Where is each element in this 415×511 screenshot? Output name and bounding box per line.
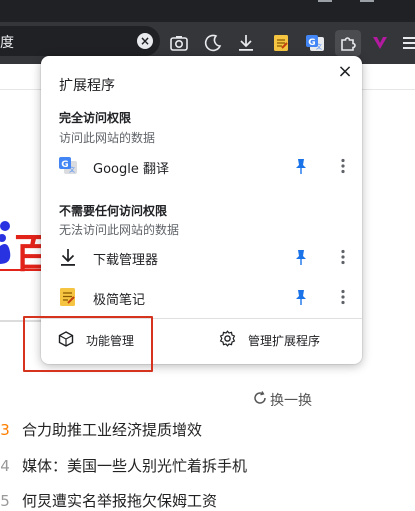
google-translate-icon: G文 <box>58 156 78 176</box>
no-access-heading: 不需要任何访问权限 <box>59 204 168 218</box>
svg-text:文: 文 <box>316 43 322 51</box>
notes-icon <box>58 287 78 307</box>
notes-extension-icon[interactable] <box>268 30 294 56</box>
dark-mode-icon[interactable] <box>200 30 226 56</box>
svg-text:G: G <box>308 38 315 48</box>
gear-icon <box>219 330 236 350</box>
full-access-heading: 完全访问权限 <box>59 111 132 125</box>
hot-title: 媒体：美国一些人别光忙着拆手机 <box>22 457 248 475</box>
close-icon[interactable]: × <box>335 62 355 82</box>
window-title-bar <box>0 0 415 22</box>
manage-extensions-button[interactable]: 管理扩展程序 <box>219 320 320 360</box>
hot-rank: 4 <box>0 457 10 475</box>
hot-title: 何炅遭实名举报拖欠保姆工资 <box>22 492 218 510</box>
hot-rank: 3 <box>0 421 10 439</box>
hot-title: 合力助推工业经济提质增效 <box>22 421 203 439</box>
manage-extensions-label: 管理扩展程序 <box>248 333 321 348</box>
more-options-icon[interactable] <box>335 157 351 175</box>
screenshot-icon[interactable] <box>166 30 192 56</box>
no-access-subtitle: 无法访问此网站的数据 <box>59 223 180 237</box>
download-icon <box>58 247 78 267</box>
popup-title: 扩展程序 <box>59 78 115 94</box>
extension-row-google-translate[interactable]: G文 Google 翻译 <box>41 148 362 184</box>
pin-icon[interactable] <box>293 248 309 266</box>
refresh-icon <box>253 391 267 409</box>
address-bar-text: 度 <box>0 35 14 51</box>
extension-name: Google 翻译 <box>93 162 169 177</box>
hot-list-item[interactable]: 3 合力助推工业经济提质增效 <box>0 419 202 440</box>
annotation-highlight-box <box>23 316 153 372</box>
extension-name: 下载管理器 <box>93 253 159 268</box>
extension-row-minimal-notes[interactable]: 极简笔记 <box>41 279 362 315</box>
hot-list-item[interactable]: 4 媒体：美国一些人别光忙着拆手机 <box>0 455 247 476</box>
more-options-icon[interactable] <box>335 248 351 266</box>
full-access-subtitle: 访问此网站的数据 <box>59 131 156 145</box>
extension-row-download-manager[interactable]: 下载管理器 <box>41 239 362 275</box>
menu-icon[interactable] <box>397 30 415 56</box>
maximize-button[interactable] <box>360 0 374 2</box>
svg-text:文: 文 <box>69 166 75 174</box>
download-icon[interactable] <box>233 30 259 56</box>
extensions-puzzle-icon[interactable] <box>335 30 361 56</box>
pin-icon[interactable] <box>293 288 309 306</box>
address-bar[interactable]: 度 × <box>0 26 160 56</box>
clear-address-button[interactable]: × <box>137 33 153 49</box>
extension-name: 极简笔记 <box>93 293 146 308</box>
refresh-label: 换一换 <box>270 393 312 409</box>
minimize-button[interactable] <box>318 0 332 2</box>
hot-rank: 5 <box>0 492 10 510</box>
refresh-hot-list-button[interactable]: 换一换 <box>253 390 312 410</box>
more-options-icon[interactable] <box>335 288 351 306</box>
pin-icon[interactable] <box>293 157 309 175</box>
extension-v-icon[interactable] <box>367 30 393 56</box>
hot-list-item[interactable]: 5 何炅遭实名举报拖欠保姆工资 <box>0 490 217 511</box>
google-translate-icon[interactable]: G文 <box>302 30 328 56</box>
svg-text:G: G <box>61 160 68 170</box>
